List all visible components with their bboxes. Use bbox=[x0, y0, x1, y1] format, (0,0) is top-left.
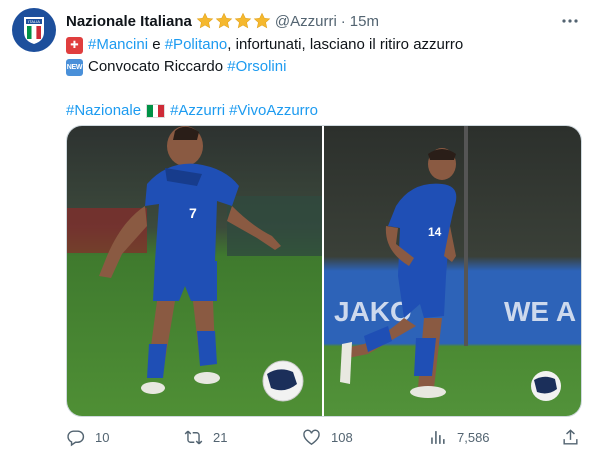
share-icon bbox=[563, 428, 578, 445]
jersey-number: 7 bbox=[189, 205, 197, 221]
reply-icon bbox=[67, 429, 85, 446]
hashtag-mancini[interactable]: #Mancini bbox=[88, 34, 148, 56]
star-icon bbox=[215, 12, 233, 29]
more-icon bbox=[562, 19, 578, 23]
player-photo-image: JAKO WE A 14 bbox=[324, 126, 581, 416]
hashtag-vivoazzurro[interactable]: #VivoAzzurro bbox=[229, 100, 318, 122]
hashtag-azzurri[interactable]: #Azzurri bbox=[170, 100, 225, 122]
share-button[interactable] bbox=[561, 428, 580, 447]
tweet-header: Nazionale Italiana @Azzurri · 15m bbox=[66, 10, 581, 32]
new-emoji-icon: NEW bbox=[66, 58, 83, 76]
text-line-2: NEW Convocato Riccardo #Orsolini bbox=[66, 56, 576, 78]
timestamp[interactable]: 15m bbox=[350, 13, 379, 30]
hashtag-politano[interactable]: #Politano bbox=[165, 34, 228, 56]
media-grid: 7 JAKO WE A 14 bbox=[66, 125, 582, 417]
italy-flag-icon bbox=[146, 104, 166, 118]
handle[interactable]: @Azzurri bbox=[275, 13, 337, 30]
badge-stars bbox=[196, 12, 271, 30]
views-count: 7,586 bbox=[457, 429, 490, 445]
text-blank-line bbox=[66, 78, 576, 100]
avatar-text: ITALIA bbox=[28, 19, 40, 24]
player-photo-image: 7 bbox=[67, 126, 322, 416]
heart-icon bbox=[303, 429, 320, 445]
text-injured: , infortunati, lasciano il ritiro azzurr… bbox=[227, 36, 464, 53]
ad-board-text-2: WE A bbox=[504, 296, 576, 327]
avatar[interactable]: ITALIA bbox=[12, 8, 56, 52]
reply-button[interactable]: 10 bbox=[66, 428, 184, 447]
retweet-button[interactable]: 21 bbox=[184, 428, 302, 447]
views-button[interactable]: 7,586 bbox=[428, 428, 556, 447]
hashtag-nazionale[interactable]: #Nazionale bbox=[66, 100, 141, 122]
like-button[interactable]: 108 bbox=[302, 428, 428, 447]
like-count: 108 bbox=[331, 429, 353, 445]
separator: · bbox=[340, 12, 346, 30]
star-icon bbox=[234, 12, 252, 29]
retweet-icon bbox=[184, 430, 203, 444]
views-chart-icon bbox=[431, 430, 445, 444]
star-icon bbox=[253, 12, 271, 29]
hashtag-orsolini[interactable]: #Orsolini bbox=[227, 56, 286, 78]
text-line-3: #Nazionale #Azzurri #VivoAzzurro bbox=[66, 100, 576, 122]
jersey-number: 14 bbox=[428, 225, 442, 239]
text-line-1: ✚ #Mancini e #Politano , infortunati, la… bbox=[66, 34, 576, 56]
star-icon bbox=[196, 12, 214, 29]
ambulance-emoji-icon: ✚ bbox=[66, 36, 83, 54]
retweet-count: 21 bbox=[213, 429, 228, 445]
photo-player-1[interactable]: 7 bbox=[67, 126, 322, 416]
reply-count: 10 bbox=[95, 429, 110, 445]
more-options-button[interactable] bbox=[559, 10, 581, 32]
text-convocato: Convocato Riccardo bbox=[88, 58, 228, 75]
tweet-text: ✚ #Mancini e #Politano , infortunati, la… bbox=[66, 34, 576, 122]
display-name[interactable]: Nazionale Italiana bbox=[66, 13, 192, 30]
tweet-actions: 10 21 108 7,586 bbox=[66, 424, 580, 450]
italia-shield-icon: ITALIA bbox=[24, 17, 44, 44]
text-and: e bbox=[148, 36, 165, 53]
photo-player-2[interactable]: JAKO WE A 14 bbox=[324, 126, 581, 416]
